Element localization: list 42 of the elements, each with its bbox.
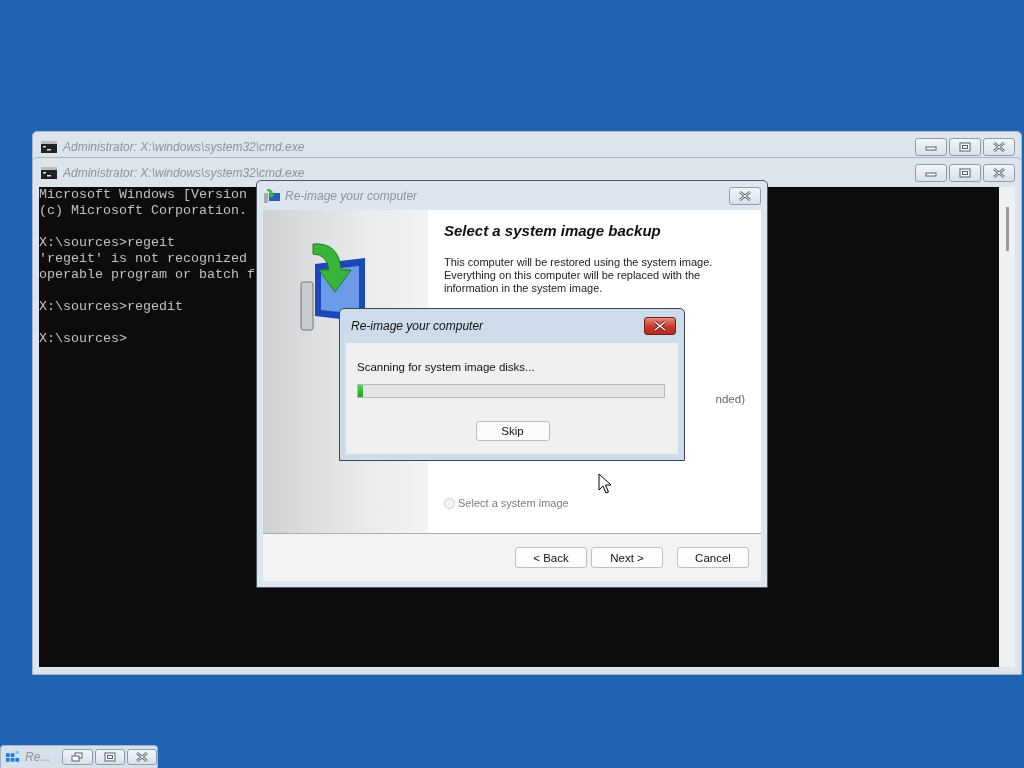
console-line: Microsoft Windows [Version: [39, 187, 247, 203]
maximize-icon: [103, 752, 116, 762]
close-icon: [135, 752, 148, 762]
console-app-icon: [41, 140, 57, 153]
window-title: Re...: [25, 750, 51, 764]
wizard-button[interactable]: < Back: [515, 547, 587, 568]
close-icon: [739, 190, 751, 201]
description-text: This computer will be restored using the system image. Everything on this computer will be replaced with the information in the system image.: [444, 256, 714, 295]
mouse-pointer-icon: [598, 473, 612, 495]
wizard-button[interactable]: Cancel: [677, 547, 749, 568]
maximize-button[interactable]: [949, 137, 981, 156]
radio-label: Select a system image: [458, 497, 569, 509]
close-icon: [653, 321, 667, 331]
dialog-title: Re-image your computer: [351, 319, 484, 333]
scrollbar[interactable]: [999, 187, 1015, 667]
window-title: Re-image your computer: [285, 188, 418, 203]
restore-button[interactable]: [62, 749, 93, 765]
console-line: 'regeit' is not recognized: [39, 251, 247, 267]
close-button[interactable]: [644, 317, 676, 335]
close-icon: [993, 141, 1005, 152]
computer-restore-icon: [263, 187, 281, 204]
maximize-button[interactable]: [94, 749, 125, 765]
scroll-thumb[interactable]: [1005, 207, 1009, 251]
console-line: (c) Microsoft Corporation.: [39, 203, 247, 219]
window-title: Administrator: X:\windows\system32\cmd.exe: [63, 165, 305, 180]
console-line: X:\sources>: [39, 331, 127, 347]
console-app-icon: [41, 166, 57, 179]
maximize-icon: [959, 141, 971, 152]
option-label: nded): [715, 393, 745, 405]
close-icon: [993, 167, 1005, 178]
maximize-button[interactable]: [949, 163, 981, 182]
restore-icon: [71, 752, 84, 762]
window-title: Administrator: X:\windows\system32\cmd.exe: [63, 139, 305, 154]
page-heading: Select a system image backup: [444, 222, 661, 239]
console-line: X:\sources>regeit: [39, 235, 175, 251]
maximize-icon: [959, 167, 971, 178]
wizard-button[interactable]: Next >: [591, 547, 663, 568]
console-line: operable program or batch f: [39, 267, 255, 283]
console-line: X:\sources>regedit: [39, 299, 183, 315]
grid-app-icon: [5, 749, 21, 765]
skip-button[interactable]: Skip: [475, 421, 550, 441]
status-message: Scanning for system image disks...: [357, 361, 536, 373]
